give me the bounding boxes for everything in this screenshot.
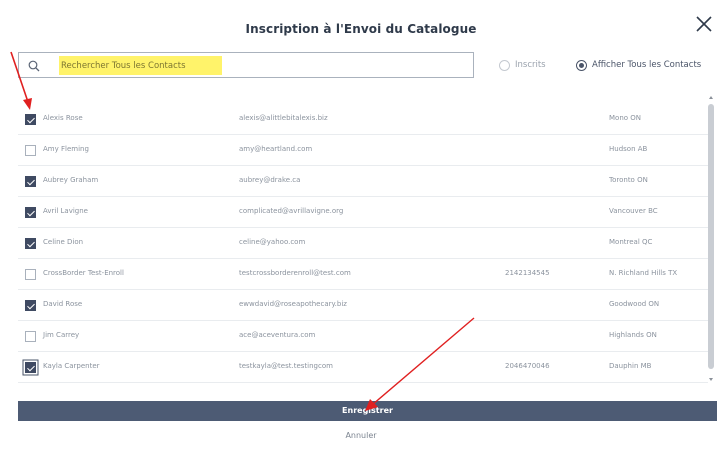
- contact-name: Avril Lavigne: [43, 207, 88, 215]
- filter-radio-all-contacts[interactable]: Afficher Tous les Contacts: [576, 57, 701, 73]
- contact-name: David Rose: [43, 300, 83, 308]
- search-input[interactable]: [61, 56, 461, 75]
- contact-name: Aubrey Graham: [43, 176, 99, 184]
- contact-checkbox[interactable]: [25, 269, 36, 280]
- close-icon[interactable]: [692, 12, 716, 36]
- radio-button-icon[interactable]: [499, 59, 510, 71]
- contact-email: celine@yahoo.com: [239, 238, 306, 246]
- contact-name: CrossBorder Test-Enroll: [43, 269, 124, 277]
- filter-radio-enrolled[interactable]: Inscrits: [499, 57, 546, 73]
- contact-checkbox[interactable]: [25, 114, 36, 125]
- contact-row[interactable]: CrossBorder Test-Enroll testcrossbordere…: [18, 259, 708, 290]
- contact-row[interactable]: Alexis Rose alexis@alittlebitalexis.biz …: [18, 104, 708, 135]
- filter-radio-label: Afficher Tous les Contacts: [592, 60, 702, 70]
- contact-row[interactable]: Amy Fleming amy@heartland.com Hudson AB: [18, 135, 708, 166]
- contact-row[interactable]: David Rose ewwdavid@roseapothecary.biz G…: [18, 290, 708, 321]
- contact-checkbox[interactable]: [25, 300, 36, 311]
- contact-email: aubrey@drake.ca: [239, 176, 301, 184]
- contact-location: Dauphin MB: [609, 362, 652, 370]
- contact-name: Jim Carrey: [43, 331, 80, 339]
- contact-checkbox[interactable]: [25, 362, 36, 373]
- contact-phone: 2046470046: [505, 362, 550, 370]
- contact-row[interactable]: Jim Carrey ace@aceventura.com Highlands …: [18, 321, 708, 352]
- contact-checkbox[interactable]: [25, 238, 36, 249]
- contact-email: testkayla@test.testingcom: [239, 362, 333, 370]
- contact-phone: 2142134545: [505, 269, 550, 277]
- contact-location: Hudson AB: [609, 145, 648, 153]
- contact-list: Alexis Rose alexis@alittlebitalexis.biz …: [18, 104, 708, 386]
- contact-email: alexis@alittlebitalexis.biz: [239, 114, 328, 122]
- contact-row[interactable]: Aubrey Graham aubrey@drake.ca Toronto ON: [18, 166, 708, 197]
- contact-checkbox[interactable]: [25, 331, 36, 342]
- scroll-up-arrow-icon[interactable]: [709, 96, 713, 99]
- contact-checkbox[interactable]: [25, 176, 36, 187]
- search-icon: [28, 60, 40, 72]
- contact-row[interactable]: Celine Dion celine@yahoo.com Montreal QC: [18, 228, 708, 259]
- contact-row[interactable]: Avril Lavigne complicated@avrillavigne.o…: [18, 197, 708, 228]
- dialog-title: Inscription à l'Envoi du Catalogue: [245, 22, 477, 36]
- list-scrollbar[interactable]: [707, 95, 715, 385]
- scroll-down-arrow-icon[interactable]: [709, 378, 713, 381]
- contact-location: Mono ON: [609, 114, 642, 122]
- contact-location: Highlands ON: [609, 331, 657, 339]
- filter-radio-label: Inscrits: [515, 60, 546, 70]
- contact-name: Kayla Carpenter: [43, 362, 100, 370]
- radio-button-icon[interactable]: [576, 59, 587, 71]
- contact-location: Montreal QC: [609, 238, 653, 246]
- contact-location: Vancouver BC: [609, 207, 658, 215]
- search-box: [18, 52, 474, 78]
- contact-checkbox[interactable]: [25, 207, 36, 218]
- scrollbar-thumb[interactable]: [708, 104, 714, 369]
- cancel-link[interactable]: Annuler: [0, 431, 722, 440]
- contact-name: Amy Fleming: [43, 145, 89, 153]
- contact-location: N. Richland Hills TX: [609, 269, 678, 277]
- contact-email: amy@heartland.com: [239, 145, 313, 153]
- contact-row[interactable]: Kayla Carpenter testkayla@test.testingco…: [18, 352, 708, 383]
- contact-name: Alexis Rose: [43, 114, 83, 122]
- contact-email: ace@aceventura.com: [239, 331, 316, 339]
- contact-checkbox[interactable]: [25, 145, 36, 156]
- contact-location: Goodwood ON: [609, 300, 660, 308]
- contact-email: complicated@avrillavigne.org: [239, 207, 344, 215]
- contact-email: ewwdavid@roseapothecary.biz: [239, 300, 347, 308]
- enrollment-dialog: Inscription à l'Envoi du Catalogue Inscr…: [0, 0, 722, 453]
- contact-name: Celine Dion: [43, 238, 84, 246]
- contact-location: Toronto ON: [609, 176, 648, 184]
- save-button[interactable]: Enregistrer: [18, 401, 717, 421]
- contact-email: testcrossborderenroll@test.com: [239, 269, 351, 277]
